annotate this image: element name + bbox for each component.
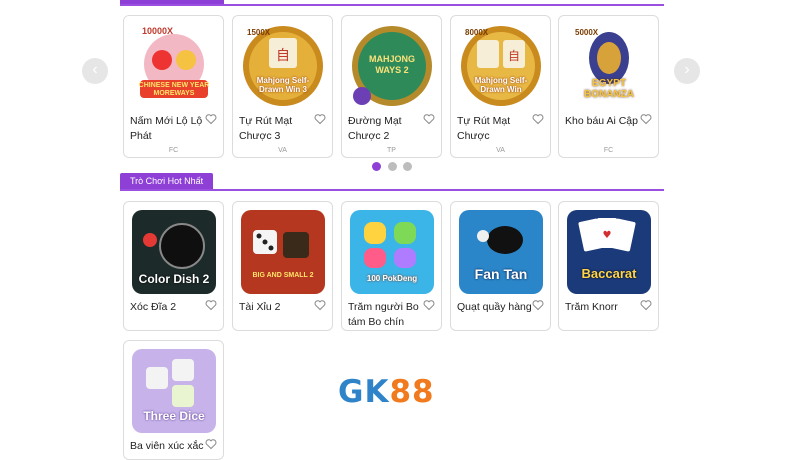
game-title: Nấm Mới Lộ Lộ Phát [130, 115, 203, 142]
game-title: Đường Mạt Chược 2 [348, 115, 402, 142]
heart-icon[interactable] [205, 113, 217, 125]
chevron-right-icon: › [684, 61, 690, 78]
heart-icon[interactable] [423, 113, 435, 125]
carousel-dot[interactable] [372, 162, 381, 171]
heart-icon[interactable] [640, 299, 652, 311]
game-thumbnail: ♥ Baccarat [567, 210, 651, 294]
game-provider: FC [603, 147, 614, 154]
game-card[interactable]: 100 PokDeng Trăm người Bo tám Bo chín [341, 201, 442, 331]
game-card[interactable]: CHINESE NEW YEAR MOREWAYS 10000X Nấm Mới… [123, 15, 224, 158]
game-art-label: Mahjong Self-Drawn Win [474, 76, 528, 94]
game-thumbnail: CHINESE NEW YEAR MOREWAYS 10000X [132, 24, 216, 108]
section-tab-hot[interactable]: Trò Chơi Hot Nhất [120, 173, 214, 189]
heart-icon[interactable] [314, 299, 326, 311]
game-art-label: Color Dish 2 [138, 272, 210, 286]
game-title: Tài Xỉu 2 [239, 301, 281, 313]
game-title: Xóc Đĩa 2 [130, 301, 177, 313]
carousel-prev-button[interactable]: ‹ [82, 58, 108, 84]
svg-text:自: 自 [276, 48, 290, 64]
game-title: Trăm Knorr [565, 301, 618, 313]
game-art-label: Mahjong Self-Drawn Win 3 [256, 76, 310, 94]
svg-text:♥: ♥ [603, 230, 612, 241]
heart-icon[interactable] [640, 113, 652, 125]
game-title: Ba viên xúc xắc [130, 440, 204, 452]
heart-icon[interactable] [314, 113, 326, 125]
game-art-label: EGYPT BONANZA [584, 78, 634, 100]
game-art-label: BIG AND SMALL 2 [252, 272, 314, 279]
game-card[interactable]: ♥ Baccarat Trăm Knorr [558, 201, 659, 331]
game-provider: FC [168, 147, 179, 154]
game-thumbnail: 100 PokDeng [350, 210, 434, 294]
svg-text:自: 自 [508, 49, 520, 63]
game-art-label: Three Dice [143, 409, 205, 423]
heart-icon[interactable] [423, 299, 435, 311]
section-divider [120, 189, 664, 191]
game-thumbnail: EGYPT BONANZA 5000X [567, 24, 651, 108]
carousel-next-button[interactable]: › [674, 58, 700, 84]
game-thumbnail: Color Dish 2 [132, 210, 216, 294]
game-provider: TP [387, 147, 396, 154]
logo-gk: GK [338, 374, 390, 410]
heart-icon[interactable] [205, 299, 217, 311]
heart-icon[interactable] [532, 299, 544, 311]
game-card[interactable]: 自 Mahjong Self-Drawn Win 3 1500X Tự Rút … [232, 15, 333, 158]
game-art-label: Baccarat [581, 266, 637, 281]
game-thumbnail: Fan Tan [459, 210, 543, 294]
game-card[interactable]: EGYPT BONANZA 5000X Kho báu Ai Cập FC [558, 15, 659, 158]
game-multiplier-badge: 5000X [575, 28, 599, 37]
chevron-left-icon: ‹ [92, 61, 98, 78]
game-thumbnail: 自 Mahjong Self-Drawn Win 3 1500X [241, 24, 325, 108]
game-thumbnail: 自 Mahjong Self-Drawn Win 8000X [459, 24, 543, 108]
game-title: Kho báu Ai Cập [565, 115, 638, 127]
carousel-dot[interactable] [388, 162, 397, 171]
game-provider: VA [278, 147, 287, 154]
game-title: Tự Rút Mạt Chược 3 [239, 115, 293, 142]
carousel-dot[interactable] [403, 162, 412, 171]
game-thumbnail: BIG AND SMALL 2 [241, 210, 325, 294]
game-provider: VA [496, 147, 505, 154]
game-card[interactable]: Fan Tan Quạt quầy hàng [450, 201, 551, 331]
heart-icon[interactable] [205, 438, 217, 450]
game-multiplier-badge: 10000X [142, 26, 174, 36]
game-card[interactable]: 自 Mahjong Self-Drawn Win 8000X Tự Rút Mạ… [450, 15, 551, 158]
heart-icon[interactable] [532, 113, 544, 125]
game-art-label: CHINESE NEW YEAR MOREWAYS [138, 82, 210, 97]
brand-logo: GK88 [338, 374, 435, 410]
game-art-label: Fan Tan [474, 266, 528, 282]
game-card[interactable]: BIG AND SMALL 2 Tài Xỉu 2 [232, 201, 333, 331]
game-multiplier-badge: 8000X [465, 28, 489, 37]
game-thumbnail: Three Dice [132, 349, 216, 433]
game-card[interactable]: Three Dice Ba viên xúc xắc [123, 340, 224, 460]
game-art-label: 100 PokDeng [366, 274, 418, 283]
section-divider [120, 4, 664, 6]
game-card[interactable]: MAHJONG WAYS 2 Đường Mạt Chược 2 TP [341, 15, 442, 158]
game-multiplier-badge: 1500X [247, 28, 271, 37]
logo-88: 88 [389, 374, 435, 410]
game-thumbnail: MAHJONG WAYS 2 [350, 24, 434, 108]
game-title: Quạt quầy hàng [457, 301, 532, 313]
game-title: Trăm người Bo tám Bo chín [348, 301, 419, 328]
game-art-label: MAHJONG WAYS 2 [368, 54, 415, 75]
game-card[interactable]: Color Dish 2 Xóc Đĩa 2 [123, 201, 224, 331]
game-title: Tự Rút Mạt Chược [457, 115, 511, 142]
